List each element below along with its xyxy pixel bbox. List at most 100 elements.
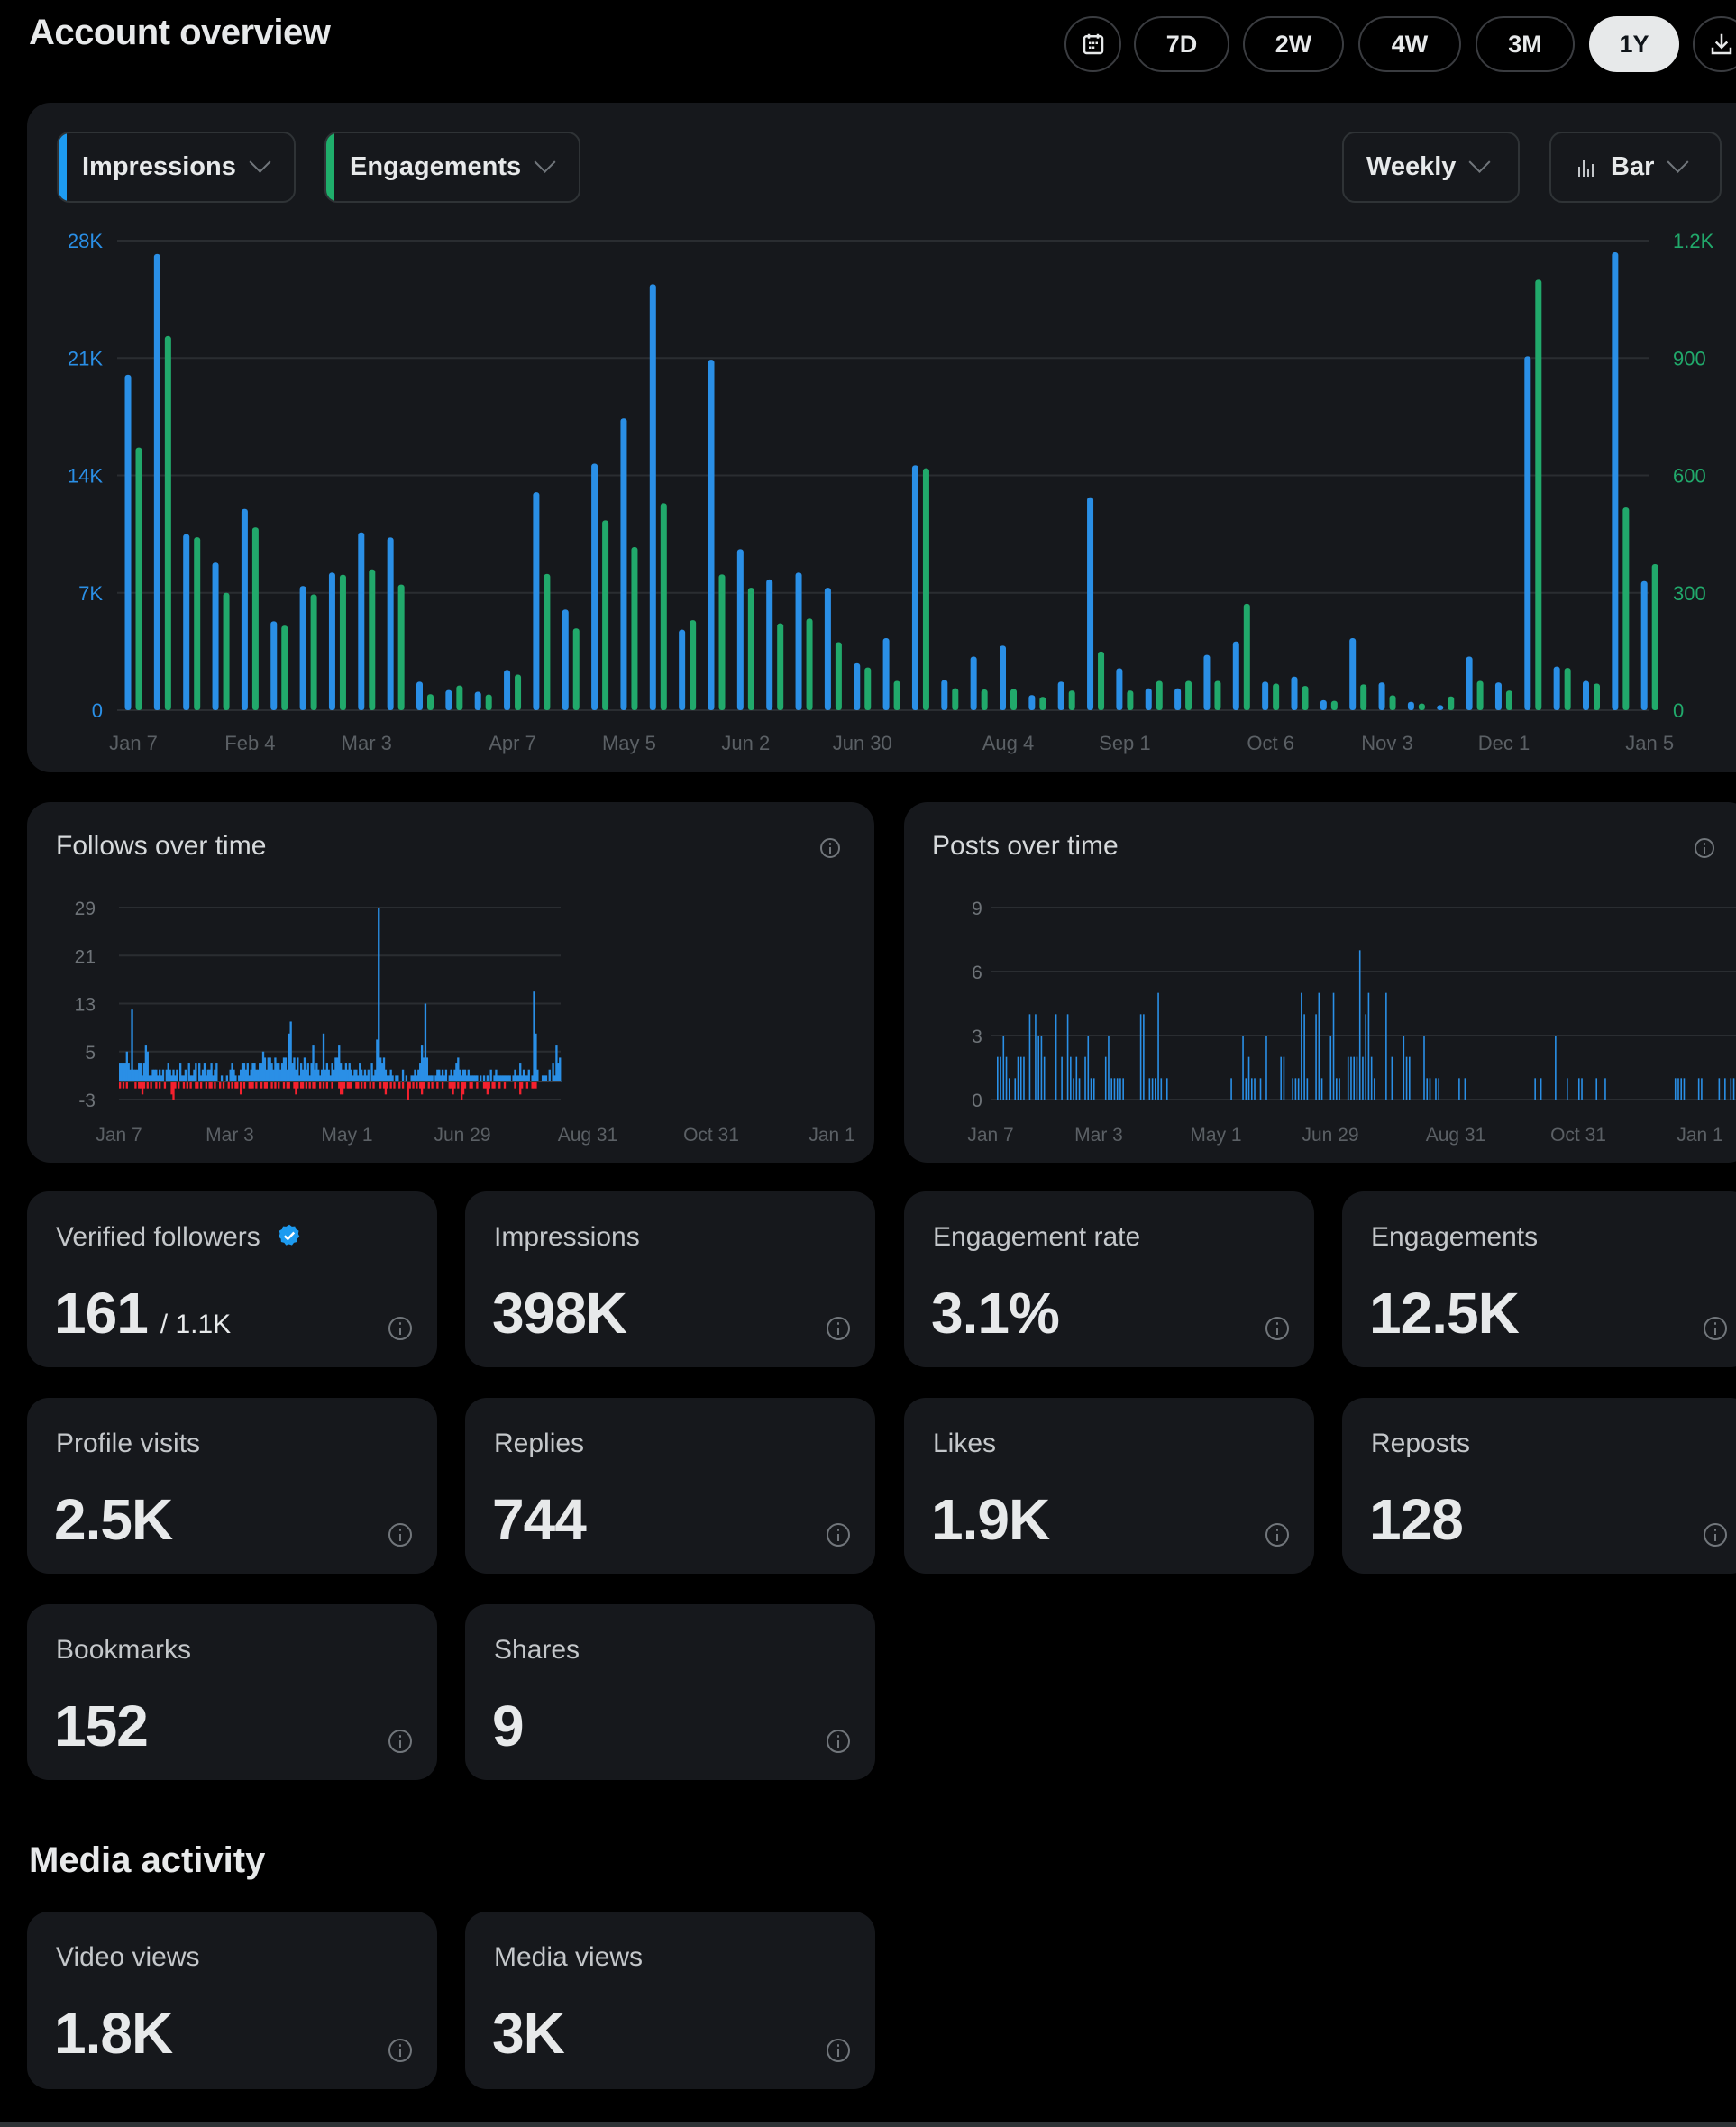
engagements-bar [1273,683,1280,710]
follows-lost-bar [199,1082,203,1089]
left-axis-tick-label: 0 [92,699,103,722]
follows-lost-bar [205,1082,208,1089]
posts-bar [1122,1078,1124,1100]
posts-bar [1116,1078,1119,1100]
follows-lost-bar [222,1082,225,1089]
engagements-bar [1651,564,1658,710]
posts-bar [1730,1078,1732,1100]
follows-lost-bar [343,1082,346,1089]
posts-bar [1697,1078,1700,1100]
follows-lost-bar [122,1082,125,1089]
follows-lost-bar [350,1082,352,1089]
stat-value: 3.1% [931,1281,1060,1346]
impressions-bar [854,662,861,710]
engagements-bar [339,574,346,710]
follows-gained-bar [184,1069,187,1082]
stat-label: Shares [494,1635,580,1665]
right-axis-tick-label: 1.2K [1673,230,1714,252]
engagements-bar [981,689,988,710]
follows-lost-bar [239,1082,242,1095]
x-axis-tick-label: Jan 1 [1677,1125,1722,1146]
follows-gained-bar [527,1069,530,1082]
follows-lost-bar [236,1082,239,1089]
stat-label: Bookmarks [56,1635,192,1665]
engagements-bar [544,573,551,710]
y-axis-tick-label: 3 [972,1027,982,1047]
info-icon[interactable] [1265,1523,1289,1547]
engagements-bar [281,625,288,710]
info-icon[interactable] [1704,1317,1727,1340]
posts-bar [1084,1056,1086,1100]
follows-lost-bar [189,1082,192,1089]
follows-lost-bar [393,1082,396,1089]
follows-lost-bar [210,1082,213,1089]
info-icon[interactable] [1704,1523,1727,1547]
follows-lost-bar [436,1082,439,1089]
follows-lost-bar [503,1082,507,1089]
posts-bar [1362,1056,1364,1100]
impressions-bar [474,691,481,710]
stat-card-reposts: Reposts 128 [1342,1398,1736,1574]
engagements-bar [194,537,201,710]
follows-lost-bar [270,1082,273,1089]
follows-gained-bar [489,1069,492,1082]
info-icon[interactable] [1265,1317,1289,1340]
x-axis-tick-label: Aug 31 [558,1125,618,1146]
engagements-bar [1068,690,1075,710]
stat-label: Likes [933,1429,997,1458]
x-axis-tick-label: Oct 31 [683,1125,739,1146]
posts-bar [1358,950,1361,1100]
x-axis-tick-label: May 1 [321,1125,372,1146]
info-icon[interactable] [827,1730,850,1753]
follows-lost-bar [159,1082,161,1089]
posts-bar [997,1056,999,1100]
follows-lost-bar [389,1082,392,1089]
impressions-bar [1553,666,1560,710]
info-icon[interactable] [827,1317,850,1340]
stat-card-verified-followers: Verified followers 161/ 1.1K [27,1191,437,1367]
info-icon[interactable] [827,2039,850,2062]
engagements-bar [1448,696,1455,710]
posts-bar [1242,1036,1244,1100]
engagements-bar [660,503,667,710]
stat-label: Media views [494,1942,644,1972]
engagements-bar [602,520,609,710]
engagements-bar [1564,668,1571,710]
follows-gained-bar [215,1064,218,1082]
stat-label: Replies [494,1429,585,1458]
follows-gained-bar [378,908,380,1082]
engagements-bar [456,685,463,710]
posts-bar [1677,1078,1679,1100]
posts-bar [1037,1036,1039,1100]
impressions-bar [241,508,248,710]
info-icon[interactable] [388,1317,412,1340]
y-axis-tick-label: -3 [78,1091,96,1111]
follows-lost-bar [498,1082,501,1089]
x-axis-tick-label: Jan 1 [809,1125,854,1146]
impressions-bar [1057,681,1064,710]
stat-card-bookmarks: Bookmarks 152 [27,1604,437,1780]
follows-lost-bar [214,1082,216,1089]
info-icon[interactable] [388,1523,412,1547]
follows-lost-bar [134,1082,137,1089]
follows-lost-bar [282,1082,286,1089]
engagements-bar [1156,680,1163,710]
stat-value: 398K [492,1281,627,1346]
posts-bar [1019,1056,1022,1100]
info-icon[interactable] [388,2039,412,2062]
info-icon[interactable] [827,1523,850,1547]
follows-lost-bar [488,1082,490,1089]
posts-bar [1403,1036,1405,1100]
posts-bar [1365,1014,1366,1100]
follows-lost-bar [379,1082,382,1089]
y-axis-tick-label: 0 [972,1091,982,1111]
posts-bar [1301,992,1302,1100]
engagements-bar [690,620,697,710]
follows-lost-bar [535,1082,537,1089]
impressions-bar [1524,356,1531,710]
follows-gained-bar [559,1057,562,1082]
engagements-bar [397,584,405,710]
follows-gained-bar [444,1069,448,1082]
info-icon[interactable] [388,1730,412,1753]
posts-bar [1294,1078,1297,1100]
